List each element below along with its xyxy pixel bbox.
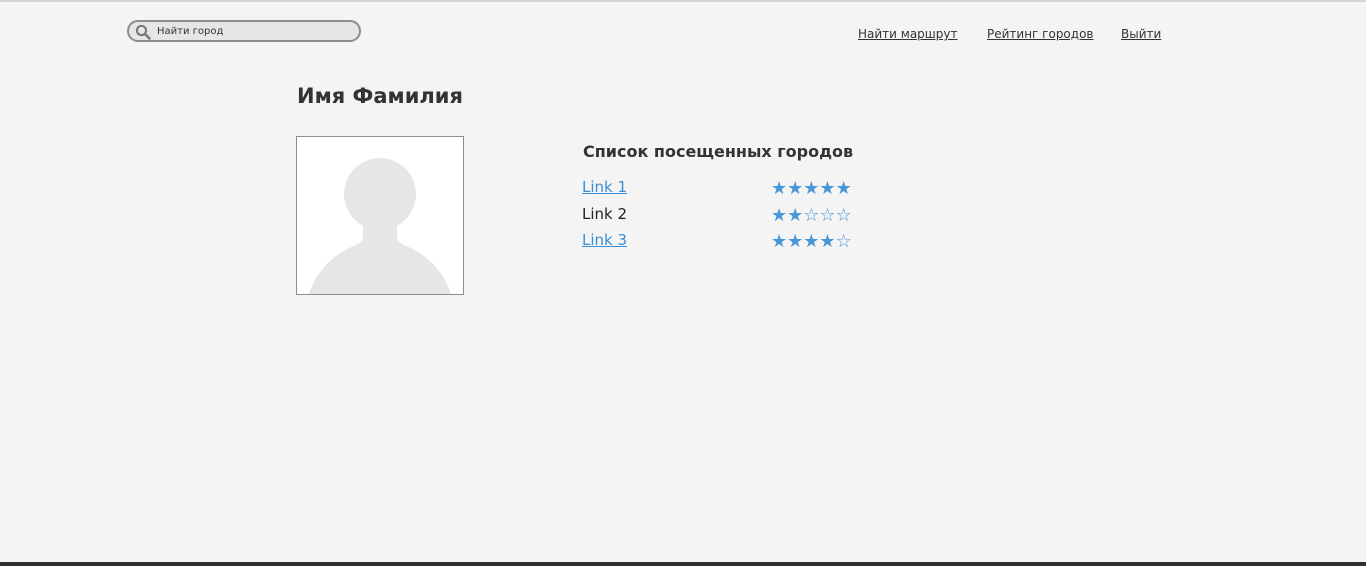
visited-cities-title: Список посещенных городов xyxy=(583,142,854,161)
star-filled-icon: ★ xyxy=(803,231,820,252)
rating-stars: ★★★★☆ xyxy=(771,232,863,252)
visited-city-1-link[interactable]: Link 1 xyxy=(582,178,627,196)
city-search[interactable] xyxy=(127,20,361,42)
search-input[interactable] xyxy=(157,23,352,40)
nav-city-rating-link[interactable]: Рейтинг городов xyxy=(987,27,1094,41)
star-filled-icon: ★ xyxy=(771,231,788,252)
rating-stars: ★★★★★ xyxy=(771,179,863,199)
star-filled-icon: ★ xyxy=(787,178,804,199)
star-filled-icon: ★ xyxy=(787,231,804,252)
star-filled-icon: ★ xyxy=(819,231,836,252)
search-icon xyxy=(135,24,151,40)
star-filled-icon: ★ xyxy=(771,205,788,226)
star-filled-icon: ★ xyxy=(803,178,820,199)
star-filled-icon: ★ xyxy=(787,205,804,226)
star-empty-icon: ☆ xyxy=(819,205,836,226)
avatar xyxy=(296,136,464,295)
profile-name: Имя Фамилия xyxy=(297,84,463,108)
rating-stars: ★★☆☆☆ xyxy=(771,206,863,226)
visited-city-3-link[interactable]: Link 3 xyxy=(582,231,627,249)
star-filled-icon: ★ xyxy=(771,178,788,199)
user-silhouette-icon xyxy=(309,158,451,294)
star-empty-icon: ☆ xyxy=(835,231,852,252)
star-filled-icon: ★ xyxy=(819,178,836,199)
star-empty-icon: ☆ xyxy=(835,205,852,226)
nav-logout-link[interactable]: Выйти xyxy=(1121,27,1161,41)
star-empty-icon: ☆ xyxy=(803,205,820,226)
visited-city-2-label: Link 2 xyxy=(582,205,628,223)
top-divider xyxy=(0,0,1366,2)
bottom-bar xyxy=(0,562,1366,566)
star-filled-icon: ★ xyxy=(835,178,852,199)
nav-find-route-link[interactable]: Найти маршрут xyxy=(858,27,958,41)
